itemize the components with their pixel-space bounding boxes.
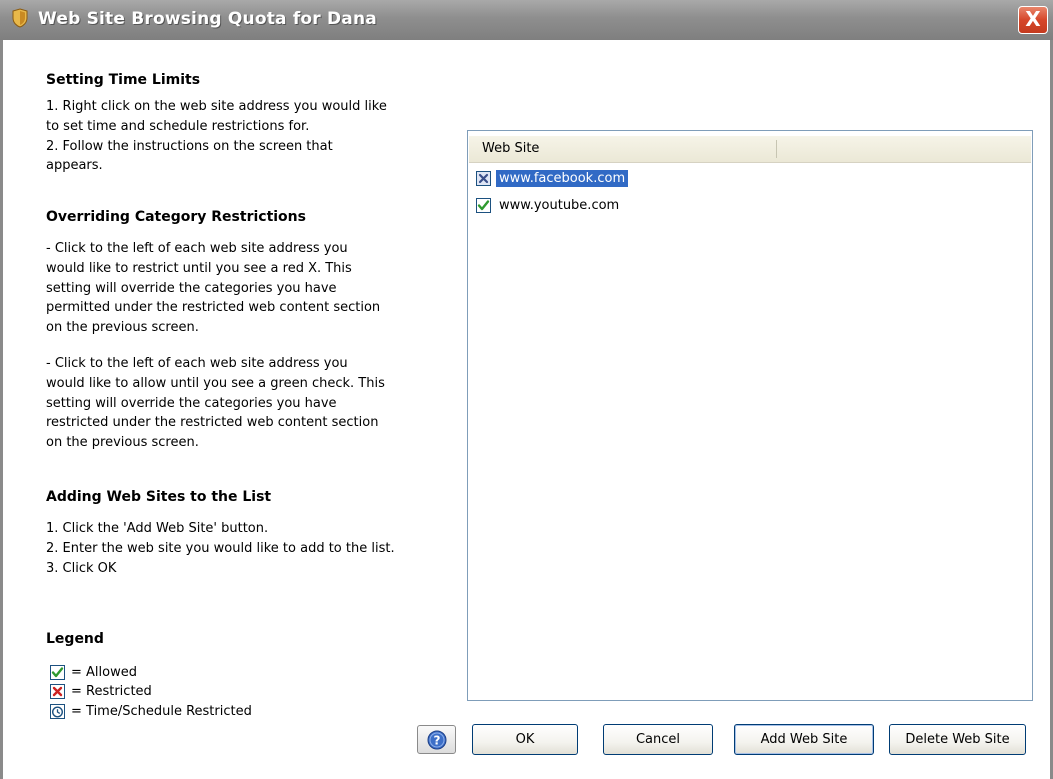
override-restrict-text: - Click to the left of each web site add… bbox=[46, 241, 381, 336]
website-label[interactable]: www.youtube.com bbox=[496, 197, 622, 214]
legend-heading: Legend bbox=[46, 631, 104, 647]
close-button[interactable]: X bbox=[1018, 6, 1048, 34]
time-limits-text: 1. Right click on the web site address y… bbox=[46, 99, 387, 174]
clock-icon bbox=[50, 704, 65, 719]
override-allow-text: - Click to the left of each web site add… bbox=[46, 356, 385, 451]
help-button[interactable]: ? bbox=[417, 725, 456, 754]
time-limits-heading: Setting Time Limits bbox=[46, 72, 201, 88]
website-list[interactable]: Web Site www.facebook.com www.youtube.co… bbox=[467, 130, 1033, 701]
legend-label-time-restricted: = Time/Schedule Restricted bbox=[71, 704, 252, 719]
window-frame-left bbox=[0, 40, 3, 779]
shield-icon bbox=[12, 8, 28, 28]
list-item[interactable]: www.facebook.com bbox=[476, 168, 629, 188]
override-heading: Overriding Category Restrictions bbox=[46, 209, 306, 225]
red-x-icon bbox=[50, 684, 65, 699]
allowed-checkbox-icon[interactable] bbox=[476, 197, 491, 213]
svg-text:?: ? bbox=[434, 734, 441, 748]
column-header-web-site[interactable]: Web Site bbox=[482, 141, 539, 156]
legend-label-allowed: = Allowed bbox=[71, 665, 137, 680]
ok-button[interactable]: OK bbox=[472, 724, 578, 755]
title-bar[interactable]: Web Site Browsing Quota for Dana X bbox=[0, 0, 1053, 40]
legend-item-allowed: = Allowed bbox=[50, 664, 137, 681]
legend-item-time-restricted: = Time/Schedule Restricted bbox=[50, 703, 252, 720]
adding-text: 1. Click the 'Add Web Site' button. 2. E… bbox=[46, 521, 395, 576]
dialog-window: Web Site Browsing Quota for Dana X Setti… bbox=[0, 0, 1053, 779]
website-list-header: Web Site bbox=[469, 136, 1031, 163]
list-item[interactable]: www.youtube.com bbox=[476, 195, 622, 215]
restricted-checkbox-icon[interactable] bbox=[476, 170, 491, 186]
window-title: Web Site Browsing Quota for Dana bbox=[38, 9, 377, 29]
add-web-site-button[interactable]: Add Web Site bbox=[734, 724, 874, 755]
column-separator[interactable] bbox=[776, 140, 777, 158]
legend-label-restricted: = Restricted bbox=[71, 684, 152, 699]
green-check-icon bbox=[50, 665, 65, 680]
legend-item-restricted: = Restricted bbox=[50, 683, 152, 700]
delete-web-site-button[interactable]: Delete Web Site bbox=[889, 724, 1026, 755]
help-icon: ? bbox=[427, 730, 447, 750]
website-label[interactable]: www.facebook.com bbox=[496, 169, 629, 187]
adding-heading: Adding Web Sites to the List bbox=[46, 489, 272, 505]
cancel-button[interactable]: Cancel bbox=[603, 724, 713, 755]
